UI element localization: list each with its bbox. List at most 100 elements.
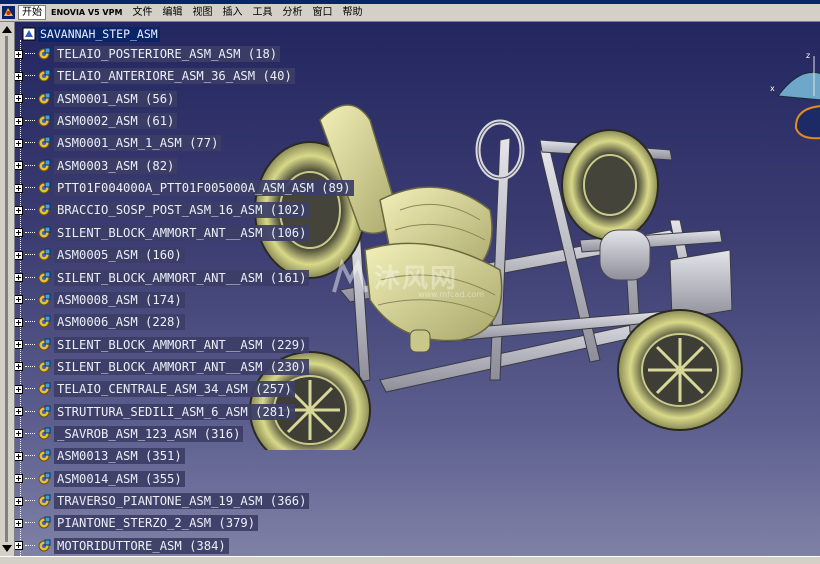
tree-item[interactable]: TELAIO_ANTERIORE_ASM_36_ASM (40) bbox=[14, 67, 295, 85]
tree-item[interactable]: ASM0006_ASM (228) bbox=[14, 313, 185, 331]
menu-edit[interactable]: 编辑 bbox=[157, 5, 187, 20]
tree-item-label: ASM0008_ASM (174) bbox=[54, 291, 185, 308]
menu-insert[interactable]: 插入 bbox=[217, 5, 247, 20]
tree-item[interactable]: SILENT_BLOCK_AMMORT_ANT__ASM (230) bbox=[14, 358, 310, 376]
expand-icon[interactable] bbox=[14, 71, 23, 81]
compass-x-label: x bbox=[770, 84, 775, 93]
expand-icon[interactable] bbox=[14, 250, 23, 260]
tree-item[interactable]: TELAIO_POSTERIORE_ASM_ASM (18) bbox=[14, 45, 281, 63]
tree-connector bbox=[25, 455, 35, 457]
status-bar bbox=[0, 556, 820, 564]
menu-file[interactable]: 文件 bbox=[127, 5, 157, 20]
tree-root[interactable]: SAVANNAH_STEP_ASM bbox=[22, 26, 160, 42]
menu-view[interactable]: 视图 bbox=[187, 5, 217, 20]
tree-item-label: BRACCIO_SOSP_POST_ASM_16_ASM (102) bbox=[54, 202, 310, 219]
expand-icon[interactable] bbox=[14, 384, 23, 394]
tree-item[interactable]: ASM0005_ASM (160) bbox=[14, 246, 185, 264]
tree-item-label: _SAVROB_ASM_123_ASM (316) bbox=[54, 425, 244, 442]
tree-item[interactable]: SILENT_BLOCK_AMMORT_ANT__ASM (229) bbox=[14, 336, 310, 354]
tree-item[interactable]: _SAVROB_ASM_123_ASM (316) bbox=[14, 425, 244, 443]
expand-icon[interactable] bbox=[14, 273, 23, 282]
tree-item-label: ASM0001_ASM (56) bbox=[54, 90, 178, 107]
assembly-icon bbox=[38, 293, 51, 306]
expand-icon[interactable] bbox=[14, 451, 23, 461]
tree-connector bbox=[25, 410, 35, 413]
expand-icon[interactable] bbox=[14, 228, 23, 238]
assembly-icon bbox=[38, 181, 51, 194]
tree-item[interactable]: BRACCIO_SOSP_POST_ASM_16_ASM (102) bbox=[14, 201, 310, 219]
expand-icon[interactable] bbox=[14, 317, 23, 327]
expand-icon[interactable] bbox=[14, 429, 23, 439]
tree-item[interactable]: ASM0013_ASM (351) bbox=[14, 447, 185, 465]
tree-item-label: ASM0003_ASM (82) bbox=[54, 157, 178, 174]
scroll-up-icon[interactable] bbox=[2, 26, 12, 33]
expand-icon[interactable] bbox=[14, 49, 23, 59]
tree-connector bbox=[25, 75, 35, 77]
scroll-down-icon[interactable] bbox=[2, 545, 12, 552]
expand-icon[interactable] bbox=[14, 362, 23, 372]
tree-item[interactable]: ASM0001_ASM_1_ASM (77) bbox=[14, 134, 222, 152]
tree-connector bbox=[25, 142, 35, 144]
tree-item[interactable]: STRUTTURA_SEDILI_ASM_6_ASM (281) bbox=[14, 403, 295, 421]
assembly-icon bbox=[38, 382, 51, 395]
tree-item-label: ASM0006_ASM (228) bbox=[54, 314, 185, 331]
expand-icon[interactable] bbox=[14, 183, 23, 193]
tree-connector bbox=[25, 209, 35, 211]
expand-icon[interactable] bbox=[14, 205, 23, 215]
catia-logo-icon[interactable] bbox=[2, 6, 15, 19]
assembly-icon bbox=[38, 69, 51, 82]
tree-connector bbox=[25, 97, 35, 100]
expand-icon[interactable] bbox=[14, 161, 23, 171]
tree-item-label: PIANTONE_STERZO_2_ASM (379) bbox=[54, 515, 259, 532]
tree-item[interactable]: SILENT_BLOCK_AMMORT_ANT__ASM (106) bbox=[14, 224, 310, 242]
tree-connector bbox=[25, 187, 35, 189]
menu-help[interactable]: 帮助 bbox=[337, 5, 367, 20]
compass-icon[interactable]: z x bbox=[770, 48, 820, 148]
tree-connector bbox=[25, 388, 35, 390]
tree-item[interactable]: TRAVERSO_PIANTONE_ASM_19_ASM (366) bbox=[14, 492, 310, 510]
assembly-icon bbox=[38, 427, 51, 440]
menu-start[interactable]: 开始 bbox=[18, 5, 46, 20]
tree-item-label: STRUTTURA_SEDILI_ASM_6_ASM (281) bbox=[54, 403, 295, 420]
tree-item-label: TELAIO_POSTERIORE_ASM_ASM (18) bbox=[54, 46, 281, 62]
tree-item[interactable]: PTT01F004000A_PTT01F005000A_ASM_ASM (89) bbox=[14, 179, 354, 197]
assembly-icon bbox=[38, 47, 51, 60]
menu-enovia[interactable]: ENOVIA V5 VPM bbox=[46, 5, 127, 20]
expand-icon[interactable] bbox=[14, 496, 23, 506]
scroll-track[interactable] bbox=[5, 36, 8, 542]
assembly-icon bbox=[38, 159, 51, 172]
assembly-icon bbox=[38, 226, 51, 239]
expand-icon[interactable] bbox=[14, 138, 23, 148]
tree-item-label: ASM0005_ASM (160) bbox=[54, 247, 185, 264]
tree-item[interactable]: ASM0003_ASM (82) bbox=[14, 157, 178, 175]
expand-icon[interactable] bbox=[14, 407, 23, 417]
tree-item-label: SILENT_BLOCK_AMMORT_ANT__ASM (229) bbox=[54, 336, 310, 353]
tree-item-label: SILENT_BLOCK_AMMORT_ANT__ASM (161) bbox=[54, 269, 310, 286]
tree-item[interactable]: ASM0008_ASM (174) bbox=[14, 291, 185, 309]
menu-analysis[interactable]: 分析 bbox=[277, 5, 307, 20]
compass-z-label: z bbox=[806, 51, 810, 60]
tree-item-label: PTT01F004000A_PTT01F005000A_ASM_ASM (89) bbox=[54, 180, 354, 197]
expand-icon[interactable] bbox=[14, 340, 23, 350]
tree-connector bbox=[25, 544, 35, 547]
expand-icon[interactable] bbox=[14, 541, 23, 551]
tree-connector bbox=[25, 120, 35, 122]
tree-connector bbox=[25, 500, 35, 502]
tree-item[interactable]: ASM0014_ASM (355) bbox=[14, 470, 185, 488]
expand-icon[interactable] bbox=[14, 295, 23, 305]
tree-item[interactable]: TELAIO_CENTRALE_ASM_34_ASM (257) bbox=[14, 380, 295, 398]
expand-icon[interactable] bbox=[14, 94, 23, 104]
tree-item[interactable]: ASM0001_ASM (56) bbox=[14, 90, 178, 108]
tree-item[interactable]: SILENT_BLOCK_AMMORT_ANT__ASM (161) bbox=[14, 269, 310, 287]
tree-item[interactable]: ASM0002_ASM (61) bbox=[14, 112, 178, 130]
expand-icon[interactable] bbox=[14, 474, 23, 484]
menu-tools[interactable]: 工具 bbox=[247, 5, 277, 20]
tree-item[interactable]: PIANTONE_STERZO_2_ASM (379) bbox=[14, 514, 259, 532]
expand-icon[interactable] bbox=[14, 116, 23, 126]
assembly-icon bbox=[38, 338, 51, 351]
tree-scrollbar[interactable] bbox=[0, 22, 15, 556]
expand-icon[interactable] bbox=[14, 518, 23, 528]
tree-item[interactable]: MOTORIDUTTORE_ASM (384) bbox=[14, 537, 229, 555]
tree-item-label: ASM0014_ASM (355) bbox=[54, 470, 185, 487]
menu-window[interactable]: 窗口 bbox=[307, 5, 337, 20]
